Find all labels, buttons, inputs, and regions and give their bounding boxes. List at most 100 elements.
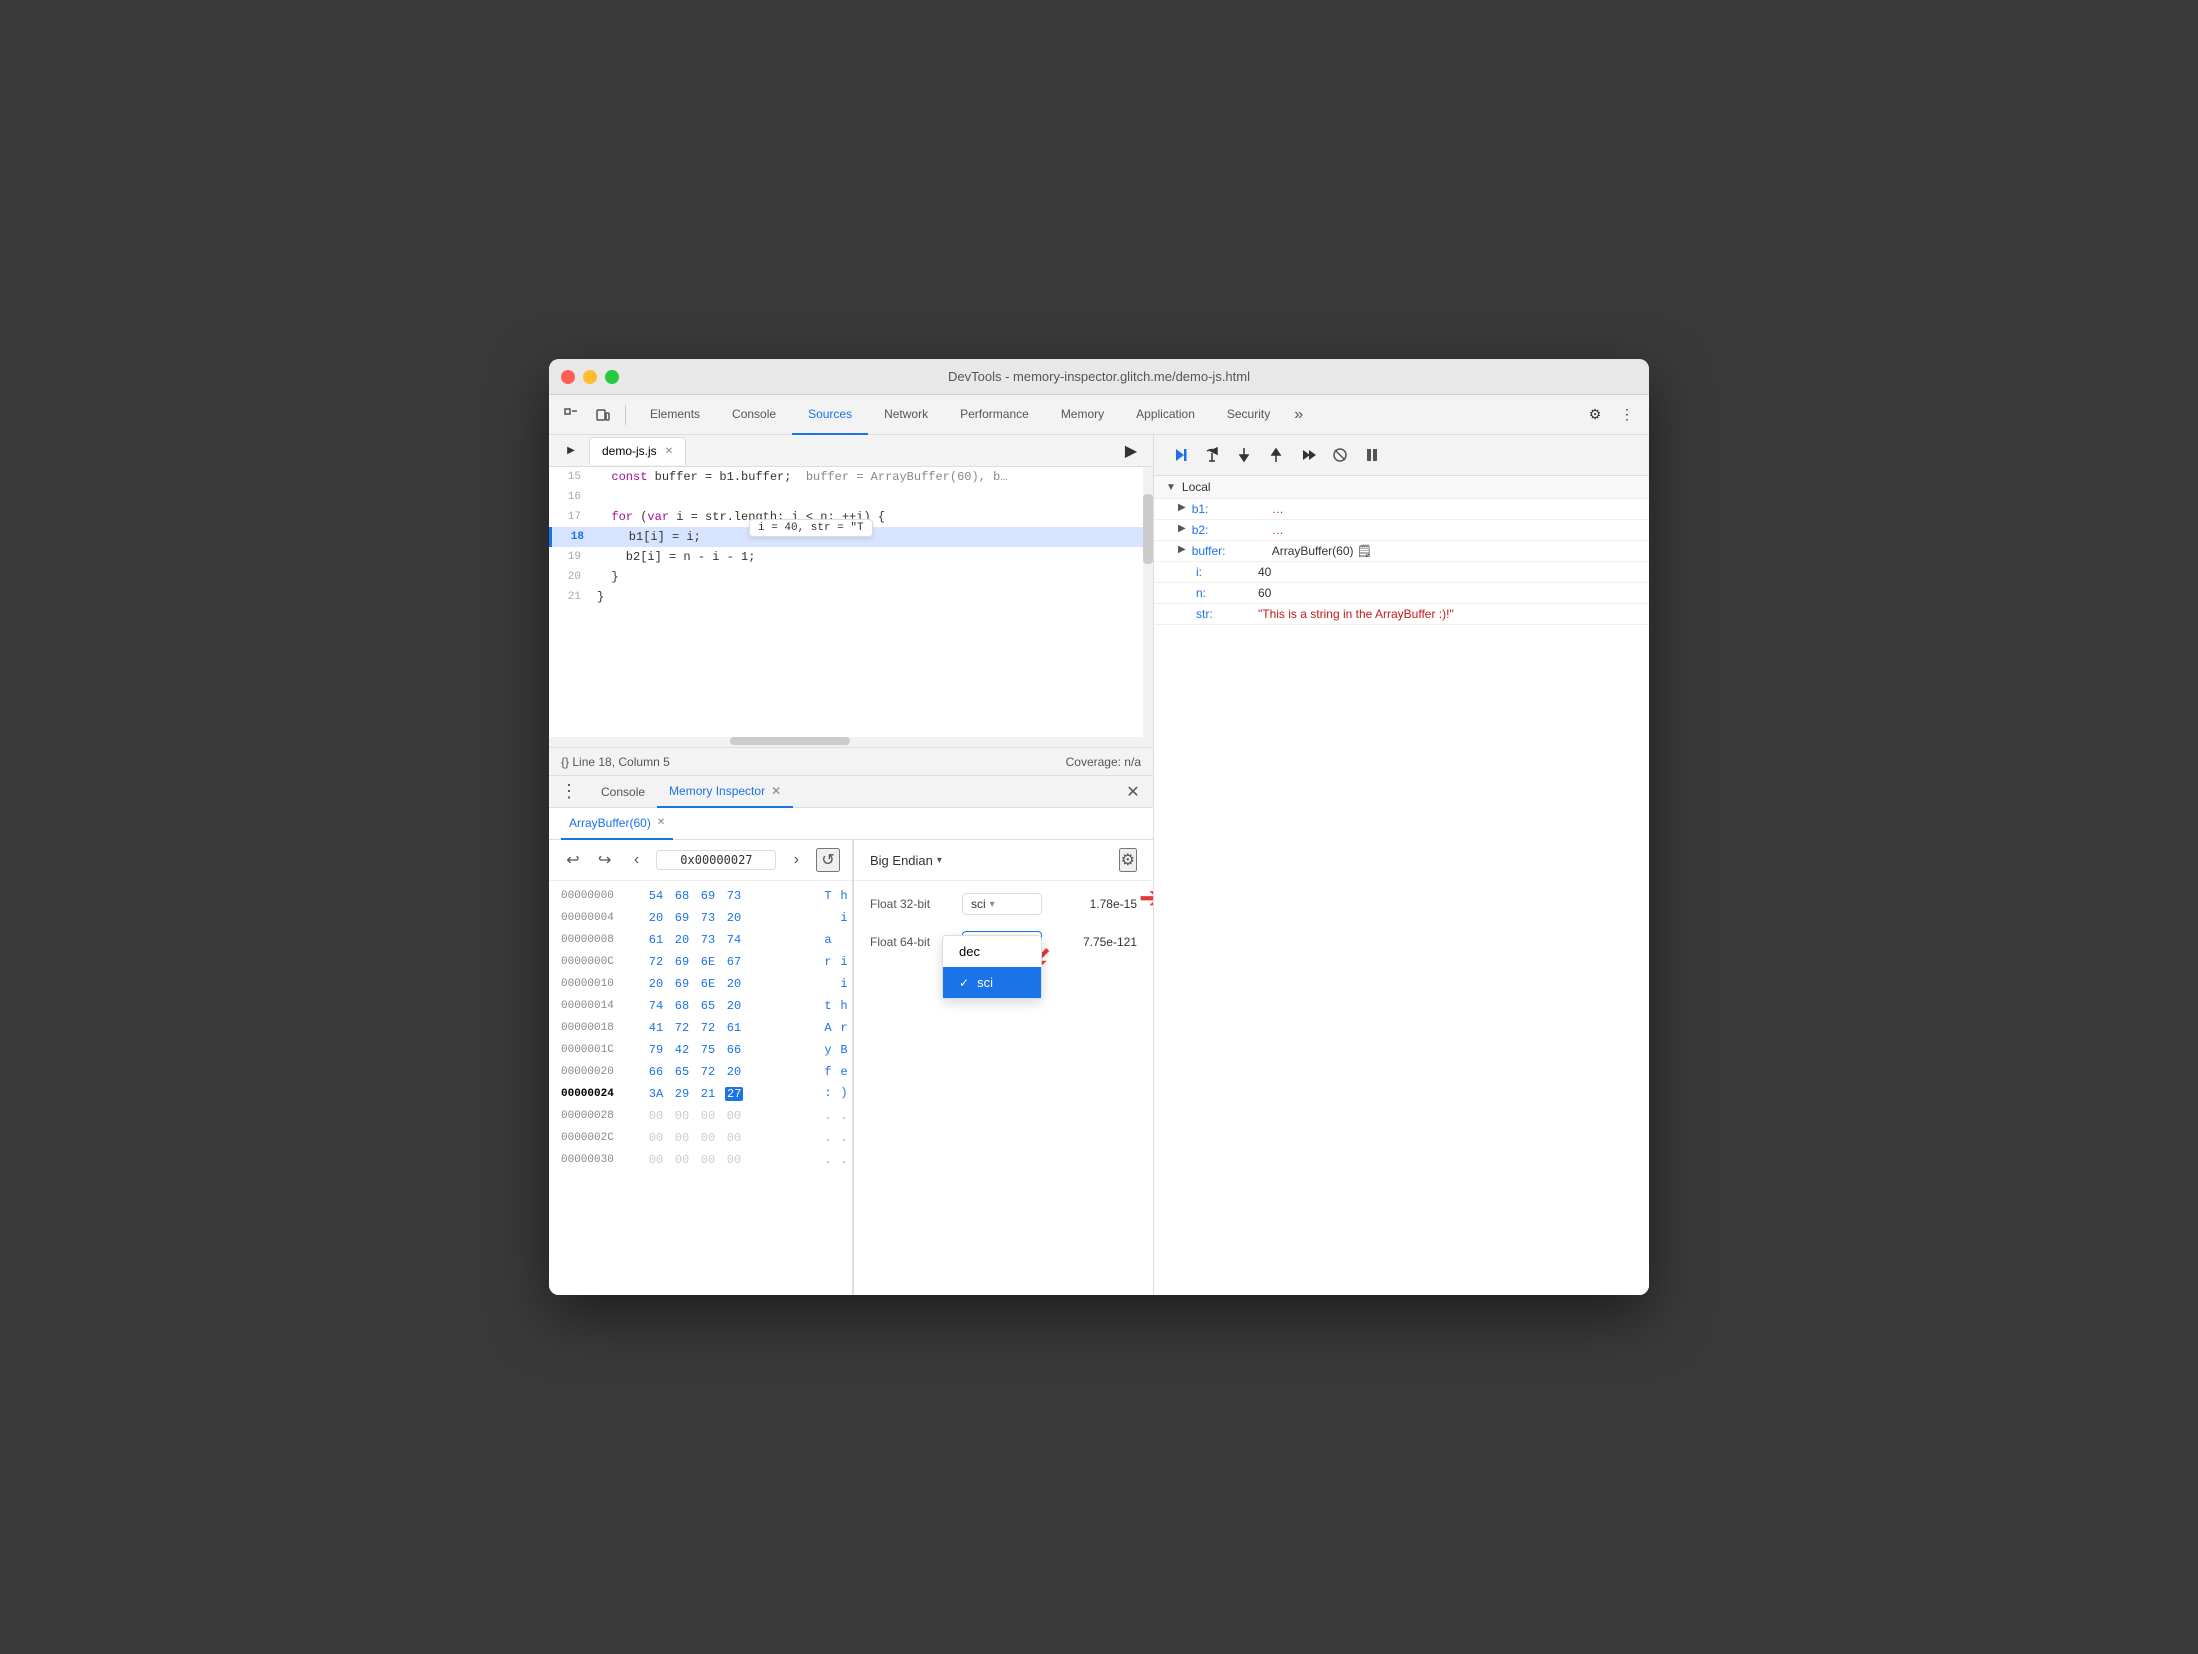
scope-item-buffer: ▶ buffer: ArrayBuffer(60) 🗒 xyxy=(1154,541,1649,562)
nav-back-button[interactable]: ↩ xyxy=(561,848,585,872)
code-line-15: 15 const buffer = b1.buffer; buffer = Ar… xyxy=(549,467,1153,487)
refresh-button[interactable]: ↺ xyxy=(816,848,840,872)
horizontal-scrollbar[interactable] xyxy=(549,737,1153,747)
red-arrow-float32: ➔ xyxy=(1140,881,1153,914)
tab-application[interactable]: Application xyxy=(1120,395,1211,435)
hex-content[interactable]: 00000000 54 68 69 73 T xyxy=(549,881,852,1295)
float32-type-label: sci xyxy=(971,897,986,911)
hex-row: 00000008 61 20 73 74 a xyxy=(549,929,852,951)
close-button[interactable] xyxy=(561,370,575,384)
scope-local-header[interactable]: ▼ Local xyxy=(1154,476,1649,499)
endian-dropdown-arrow: ▾ xyxy=(937,855,942,866)
top-toolbar: Elements Console Sources Network Perform… xyxy=(549,395,1649,435)
tab-memory-inspector[interactable]: Memory Inspector ✕ xyxy=(657,776,793,808)
nav-prev-button[interactable]: ‹ xyxy=(625,848,649,872)
format-button[interactable]: ▶ xyxy=(1117,437,1145,465)
memory-value-header: Big Endian ▾ ⚙ xyxy=(854,840,1153,881)
bottom-panel-close[interactable]: ✕ xyxy=(1121,780,1145,804)
traffic-lights xyxy=(561,370,619,384)
status-bar: {} Line 18, Column 5 Coverage: n/a xyxy=(549,747,1153,775)
hex-row: 00000018 41 72 72 61 A xyxy=(549,1017,852,1039)
debug-deactivate-button[interactable] xyxy=(1326,441,1354,469)
status-left: {} Line 18, Column 5 xyxy=(561,755,670,769)
file-tab-name: demo-js.js xyxy=(602,444,657,458)
debug-step-over-button[interactable] xyxy=(1198,441,1226,469)
maximize-button[interactable] xyxy=(605,370,619,384)
nav-forward-button[interactable]: ↪ xyxy=(593,848,617,872)
source-navigate-button[interactable]: ▶ xyxy=(557,437,585,465)
tab-console[interactable]: Console xyxy=(716,395,792,435)
debug-step-into-button[interactable] xyxy=(1230,441,1258,469)
float32-label: Float 32-bit xyxy=(870,897,950,911)
hex-row: 00000028 00 00 00 00 . xyxy=(549,1105,852,1127)
bottom-panel: ⋮ Console Memory Inspector ✕ ✕ Ar xyxy=(549,775,1153,1295)
inspect-element-button[interactable] xyxy=(557,401,585,429)
right-panel: ▼ Local ▶ b1: … ▶ b2: … ▶ xyxy=(1154,435,1649,1295)
arraybuffer-tab-close[interactable]: ✕ xyxy=(657,817,665,828)
hex-row: 00000004 20 69 73 20 xyxy=(549,907,852,929)
toolbar-divider xyxy=(625,405,626,425)
debug-pause-button[interactable] xyxy=(1358,441,1386,469)
arraybuffer-tab-label: ArrayBuffer(60) xyxy=(569,816,651,830)
nav-next-button[interactable]: › xyxy=(784,848,808,872)
value-panel-settings[interactable]: ⚙ xyxy=(1119,848,1137,872)
status-right: Coverage: n/a xyxy=(1066,755,1141,769)
hex-row-current: 00000024 3A 29 21 27 : xyxy=(549,1083,852,1105)
sources-panel: ▶ demo-js.js ✕ ▶ 15 const buffer = b1.bu… xyxy=(549,435,1154,1295)
minimize-button[interactable] xyxy=(583,370,597,384)
debug-step-button[interactable] xyxy=(1294,441,1322,469)
scope-area: ▼ Local ▶ b1: … ▶ b2: … ▶ xyxy=(1154,476,1649,1295)
dropdown-sci-label: sci xyxy=(977,975,993,990)
bottom-tab-bar: ⋮ Console Memory Inspector ✕ ✕ xyxy=(549,776,1153,808)
tab-performance[interactable]: Performance xyxy=(944,395,1045,435)
horizontal-scroll-thumb[interactable] xyxy=(730,737,850,745)
vertical-scrollbar[interactable] xyxy=(1143,467,1153,737)
float32-type-select[interactable]: sci ▾ xyxy=(962,893,1042,915)
debug-step-out-button[interactable] xyxy=(1262,441,1290,469)
debug-resume-button[interactable] xyxy=(1166,441,1194,469)
float32-value: 1.78e-15 xyxy=(1090,897,1137,911)
memory-inspector-content: ↩ ↪ ‹ › ↺ 00000000 xyxy=(549,840,1153,1295)
tab-network[interactable]: Network xyxy=(868,395,944,435)
hex-row: 0000001C 79 42 75 66 y xyxy=(549,1039,852,1061)
scope-item-str: str: "This is a string in the ArrayBuffe… xyxy=(1154,604,1649,625)
settings-button[interactable]: ⚙ xyxy=(1581,401,1609,429)
memory-inspector-tab-close[interactable]: ✕ xyxy=(771,784,781,798)
float64-value: 7.75e-121 xyxy=(1083,935,1137,949)
hex-row: 0000002C 00 00 00 00 . xyxy=(549,1127,852,1149)
dropdown-option-dec[interactable]: dec xyxy=(943,936,1041,967)
tab-sources[interactable]: Sources xyxy=(792,395,868,435)
more-options-button[interactable]: ⋮ xyxy=(1613,401,1641,429)
debug-tooltip: i = 40, str = "T xyxy=(749,519,873,537)
dropdown-option-sci[interactable]: ✓ sci xyxy=(943,967,1041,998)
dropdown-sci-checkmark: ✓ xyxy=(959,976,969,990)
float32-row: Float 32-bit sci ▾ 1.78e-15 ➔ xyxy=(870,893,1137,915)
scope-item-i: i: 40 xyxy=(1154,562,1649,583)
tab-console-bottom[interactable]: Console xyxy=(589,776,657,808)
tab-elements[interactable]: Elements xyxy=(634,395,716,435)
source-toolbar-right: ▶ xyxy=(1117,437,1145,465)
file-tab[interactable]: demo-js.js ✕ xyxy=(589,437,686,465)
tab-memory[interactable]: Memory xyxy=(1045,395,1120,435)
scope-item-n: n: 60 xyxy=(1154,583,1649,604)
more-tabs-button[interactable]: » xyxy=(1286,395,1311,435)
hex-row: 00000020 66 65 72 20 f xyxy=(549,1061,852,1083)
memory-value-rows: Float 32-bit sci ▾ 1.78e-15 ➔ xyxy=(854,881,1153,965)
scope-triangle: ▼ xyxy=(1166,482,1176,493)
memory-hex-panel: ↩ ↪ ‹ › ↺ 00000000 xyxy=(549,840,853,1295)
endian-selector[interactable]: Big Endian ▾ xyxy=(870,853,942,868)
type-dropdown: dec ✓ sci xyxy=(942,935,1042,999)
bottom-panel-menu[interactable]: ⋮ xyxy=(557,780,581,804)
scope-item-b2: ▶ b2: … xyxy=(1154,520,1649,541)
main-tab-bar: Elements Console Sources Network Perform… xyxy=(634,395,1577,435)
vertical-scroll-thumb[interactable] xyxy=(1143,494,1153,564)
arraybuffer-tab[interactable]: ArrayBuffer(60) ✕ xyxy=(561,808,673,840)
float32-dropdown-arrow: ▾ xyxy=(990,899,995,910)
code-area[interactable]: 15 const buffer = b1.buffer; buffer = Ar… xyxy=(549,467,1153,747)
tab-security[interactable]: Security xyxy=(1211,395,1286,435)
file-tab-close[interactable]: ✕ xyxy=(665,446,673,457)
endian-label: Big Endian xyxy=(870,853,933,868)
address-input[interactable] xyxy=(656,850,776,870)
device-toolbar-button[interactable] xyxy=(589,401,617,429)
memory-value-panel: Big Endian ▾ ⚙ Float 32-bit xyxy=(853,840,1153,1295)
